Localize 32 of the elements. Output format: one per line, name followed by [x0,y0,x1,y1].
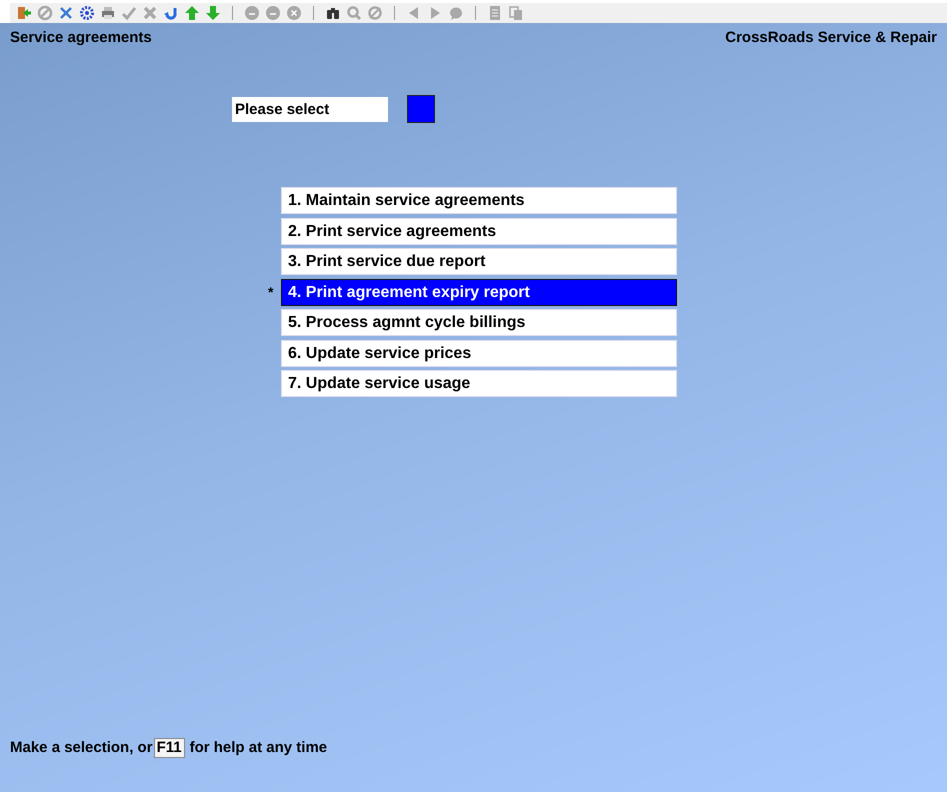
company-name: CrossRoads Service & Repair [725,28,937,45]
checkmark-icon[interactable] [121,5,137,21]
selection-field[interactable] [407,95,435,123]
binoculars-icon[interactable] [325,5,341,21]
no-entry-icon[interactable] [37,5,53,21]
copy-icon[interactable] [508,5,524,21]
prompt-label: Please select [232,96,388,122]
settings-icon[interactable] [79,5,95,21]
menu-option[interactable]: 5. Process agmnt cycle billings [281,309,677,336]
menu-option[interactable]: 3. Print service due report [281,248,677,275]
status-text: for help at any time [190,738,328,758]
circle-close-icon[interactable] [286,5,302,21]
menu-option[interactable]: 1. Maintain service agreements [281,187,677,214]
up-arrow-icon[interactable] [184,5,200,21]
f11-key[interactable]: F11 [154,738,185,758]
circle-icon[interactable] [265,5,281,21]
menu-option[interactable]: 2. Print service agreements [281,218,677,244]
cross-icon[interactable] [142,5,158,21]
search-icon[interactable] [346,5,362,21]
undo-arrow-icon[interactable] [163,5,179,21]
current-marker: * [268,282,274,302]
menu-option[interactable]: 4. Print agreement expiry report [281,278,677,306]
speech-bubble-icon[interactable] [448,5,464,21]
document-icon[interactable] [487,5,503,21]
menu-option[interactable]: 6. Update service prices [281,340,677,366]
down-arrow-icon[interactable] [205,5,221,21]
screen-title: Service agreements [10,28,152,45]
status-text: Make a selection, or [10,738,153,758]
printer-icon[interactable] [100,5,116,21]
exit-door-icon[interactable] [16,5,32,21]
menu-option[interactable]: 7. Update service usage [281,370,677,397]
circle-icon[interactable] [244,5,260,21]
